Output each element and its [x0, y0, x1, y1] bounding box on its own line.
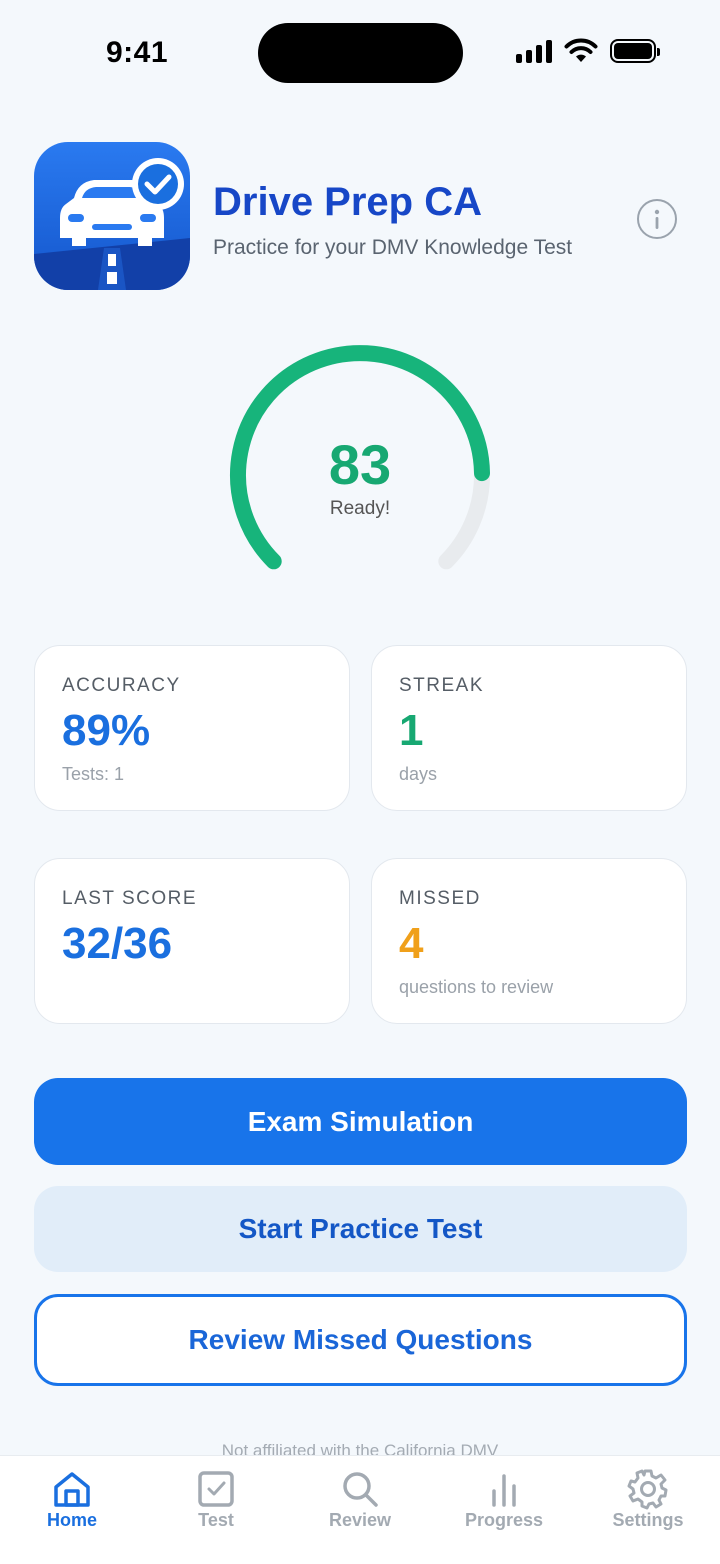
accuracy-card: ACCURACY 89% Tests: 1: [34, 645, 350, 811]
tab-home-label: Home: [46, 1510, 97, 1530]
tab-settings-label: Settings: [612, 1510, 684, 1530]
streak-sub: days: [399, 764, 438, 784]
tab-progress[interactable]: Progress: [432, 1456, 576, 1564]
accuracy-value: 89%: [62, 706, 151, 755]
tab-test[interactable]: Test: [144, 1456, 288, 1564]
readiness-score: 83: [328, 433, 392, 496]
app-title: Drive Prep CA: [213, 180, 482, 224]
missed-sub: questions to review: [399, 977, 554, 997]
search-icon: [343, 1472, 378, 1507]
status-time: 9:41: [106, 36, 169, 69]
checkbox-icon: [198, 1471, 234, 1507]
tab-test-label: Test: [198, 1510, 234, 1530]
last-score-label: LAST SCORE: [62, 888, 198, 909]
streak-card: STREAK 1 days: [371, 645, 687, 811]
status-bar: 9:41: [0, 0, 720, 100]
app-logo: [34, 142, 190, 290]
tab-review[interactable]: Review: [288, 1456, 432, 1564]
streak-label: STREAK: [399, 675, 485, 696]
last-score-value: 32/36: [62, 919, 173, 968]
gear-icon: [627, 1469, 668, 1510]
tab-settings[interactable]: Settings: [576, 1456, 720, 1564]
tab-progress-label: Progress: [464, 1510, 544, 1530]
tab-review-label: Review: [328, 1510, 392, 1530]
last-score-card: LAST SCORE 32/36: [34, 858, 350, 1024]
status-icons: [516, 38, 660, 64]
tab-bar: Home Test Review Progress Settings: [0, 1455, 720, 1564]
readiness-label: Ready!: [329, 498, 391, 519]
wifi-icon: [564, 38, 598, 62]
streak-value: 1: [399, 706, 424, 755]
missed-value: 4: [399, 919, 424, 968]
dynamic-island: [258, 23, 463, 83]
accuracy-label: ACCURACY: [62, 675, 181, 696]
cellular-signal-icon: [516, 39, 552, 63]
car-check-icon: [34, 158, 190, 290]
missed-card[interactable]: MISSED 4 questions to review: [371, 858, 687, 1024]
start-practice-test-button[interactable]: Start Practice Test: [34, 1186, 687, 1272]
home-icon: [54, 1472, 90, 1507]
bar-chart-icon: [492, 1474, 516, 1507]
app-subtitle: Practice for your DMV Knowledge Test: [213, 236, 573, 259]
info-button[interactable]: [637, 199, 677, 239]
missed-label: MISSED: [399, 888, 481, 909]
accuracy-sub: Tests: 1: [62, 764, 125, 784]
info-icon: [654, 209, 660, 229]
review-missed-questions-button[interactable]: Review Missed Questions: [34, 1294, 687, 1386]
tab-home[interactable]: Home: [0, 1456, 144, 1564]
exam-simulation-button[interactable]: Exam Simulation: [34, 1078, 687, 1165]
battery-icon: [610, 39, 660, 63]
